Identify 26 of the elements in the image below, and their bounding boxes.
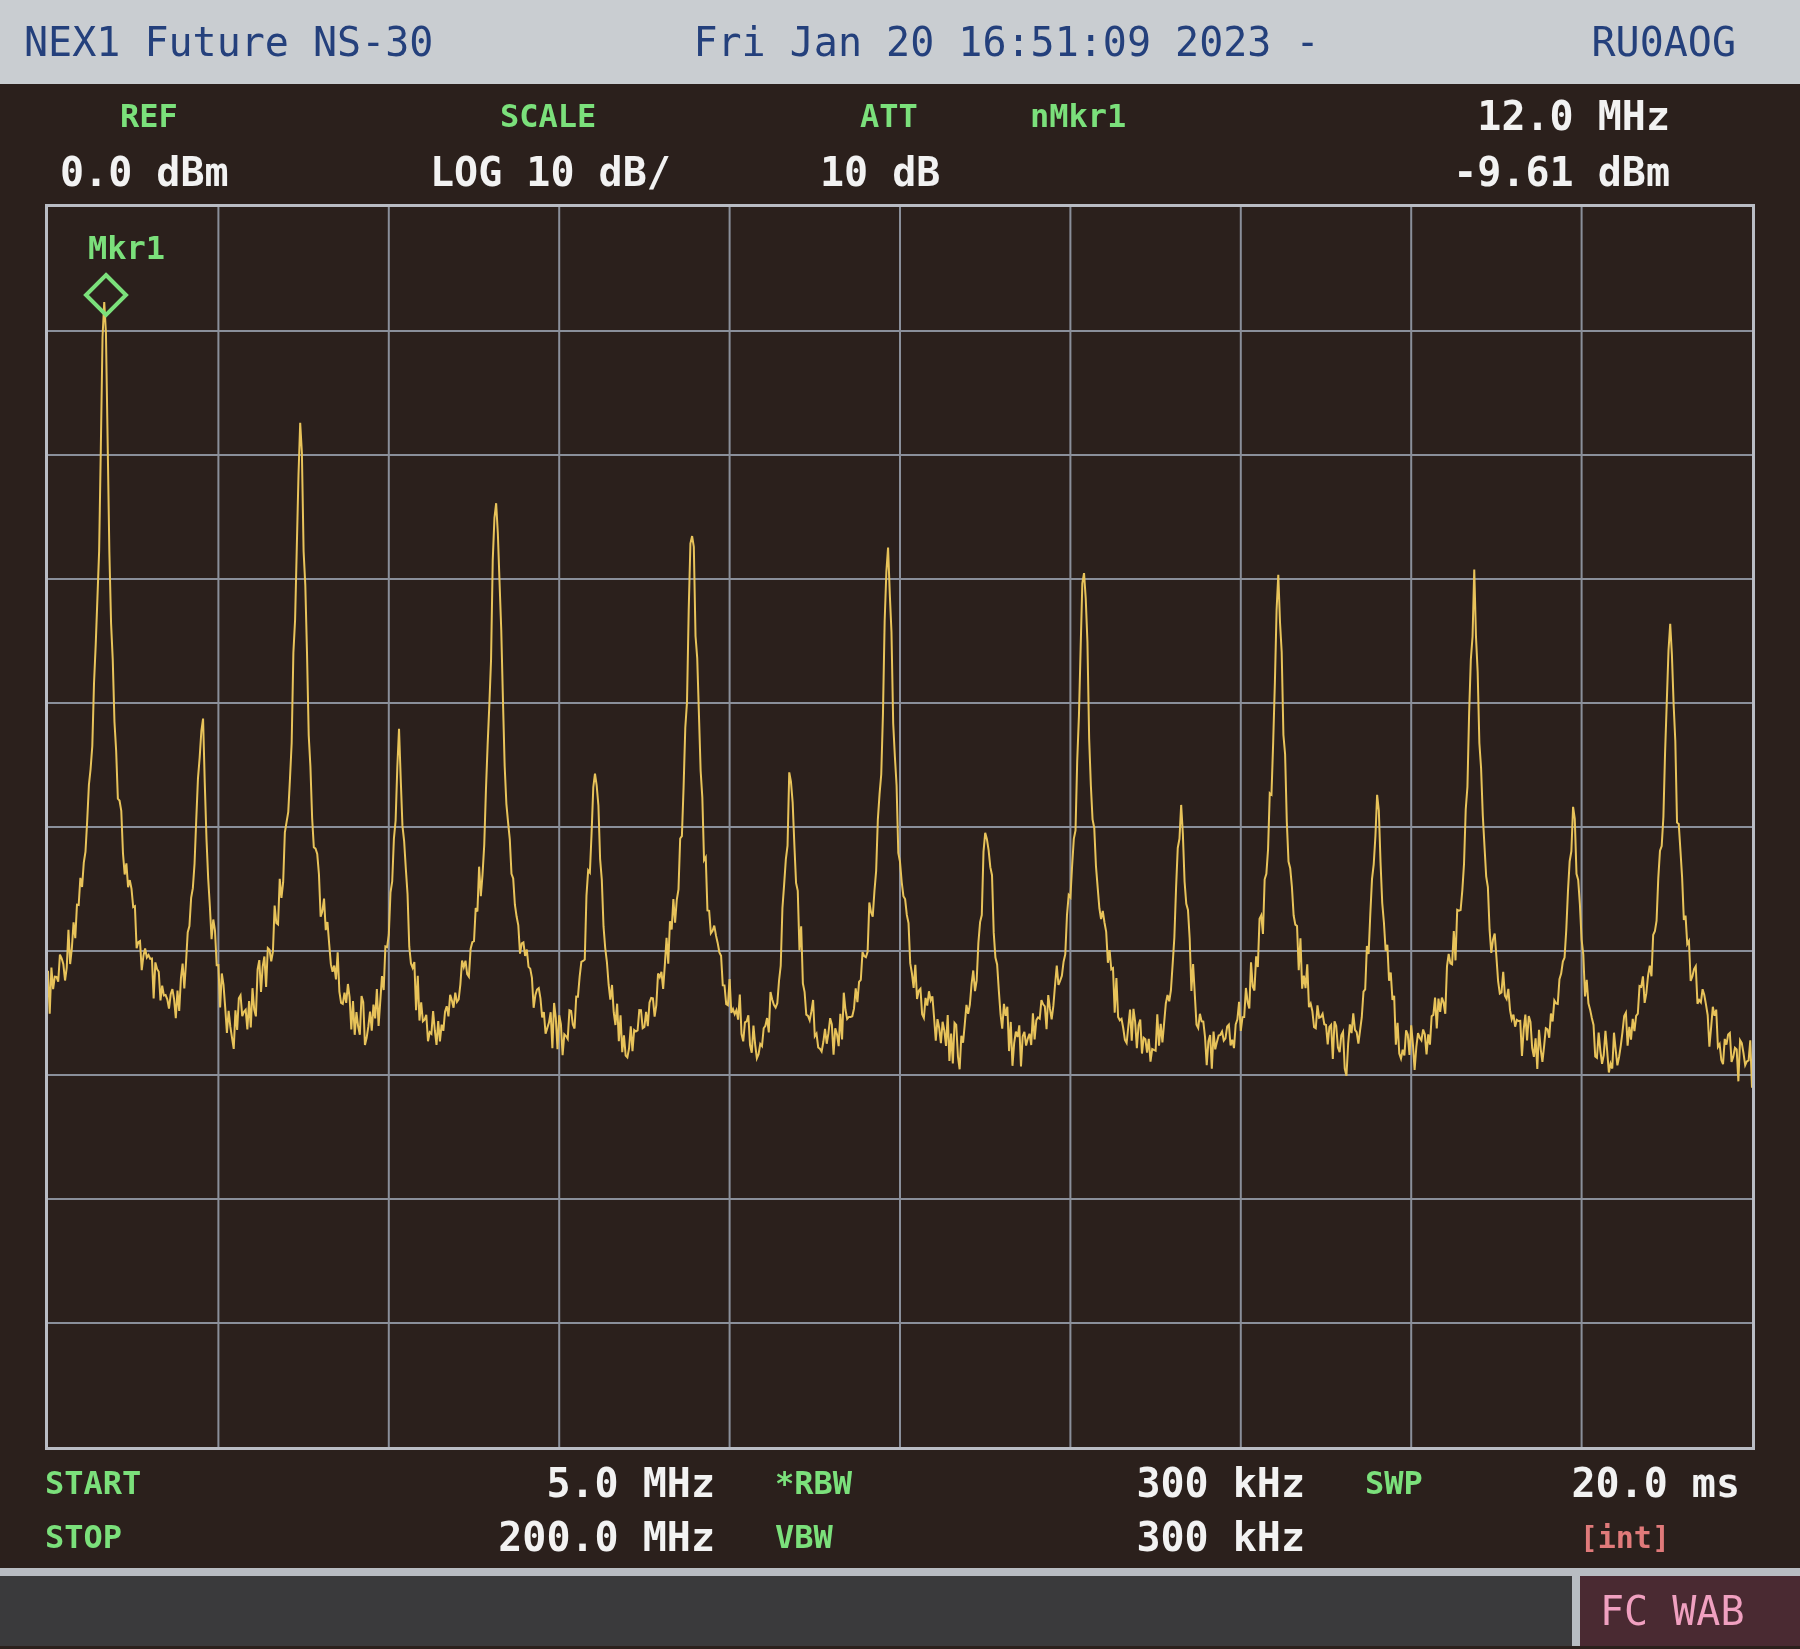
parameter-value: 300 kHz: [1135, 1514, 1306, 1560]
marker-tag: Mkr1: [88, 229, 166, 267]
parameter-value: 200.0 MHz: [497, 1514, 716, 1560]
parameter-label: *RBW: [775, 1464, 854, 1502]
parameter-label: SCALE: [499, 97, 598, 135]
parameter-value: LOG 10 dB/: [430, 149, 672, 195]
parameter-label: REF: [119, 97, 179, 135]
parameter-label: VBW: [775, 1518, 834, 1556]
parameter-value: 20.0 ms: [1570, 1460, 1741, 1506]
marker-diamond-icon: [83, 272, 129, 318]
sweep-note: [int]: [1578, 1519, 1671, 1555]
date-time: Fri Jan 20 16:51:09 2023 -: [693, 19, 1320, 65]
parameter-value: 5.0 MHz: [545, 1460, 716, 1506]
parameter-value: 300 kHz: [1135, 1460, 1306, 1506]
callsign: RU0AOG: [1591, 19, 1736, 65]
instrument-model: NEX1 Future NS-30: [24, 19, 434, 65]
parameter-label: START: [45, 1464, 143, 1502]
parameter-value: 0.0 dBm: [60, 149, 230, 195]
parameter-value: 10 dB: [820, 149, 942, 195]
marker-amplitude: -9.61 dBm: [1452, 149, 1671, 195]
parameter-label: STOP: [45, 1518, 124, 1556]
marker-label: nMkr1: [1030, 97, 1128, 135]
mode-indicator: FC WAB: [1572, 1576, 1800, 1646]
parameter-label: ATT: [859, 97, 919, 135]
parameter-label: SWP: [1365, 1464, 1424, 1502]
marker-frequency: 12.0 MHz: [1476, 93, 1671, 139]
